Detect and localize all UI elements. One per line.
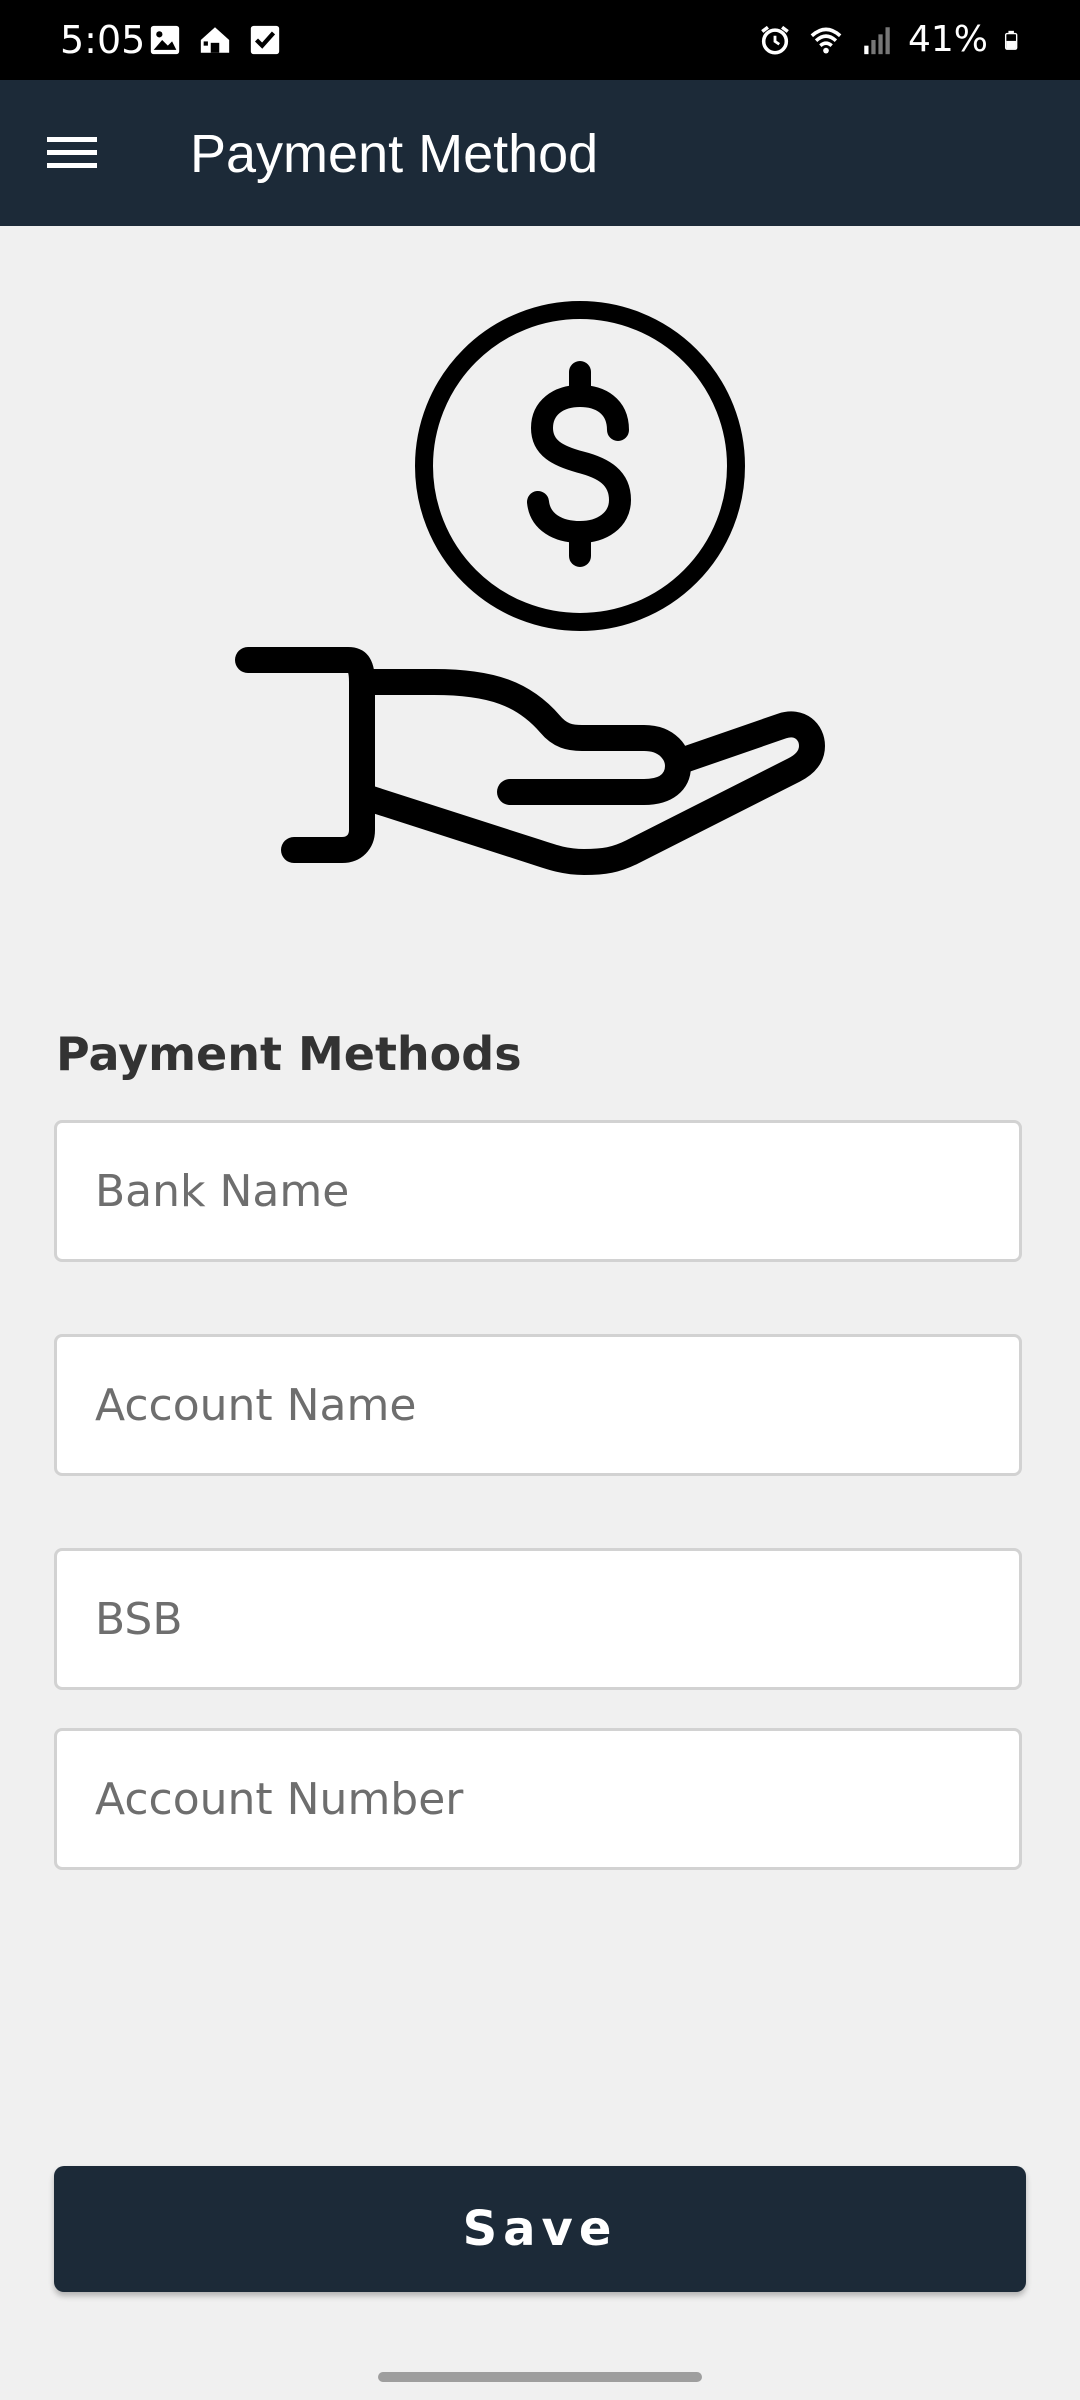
gallery-icon [150, 25, 180, 55]
status-system-icons: 41% [758, 14, 1024, 66]
home-icon [200, 27, 230, 53]
wifi-icon [810, 27, 842, 54]
alarm-icon [761, 25, 789, 55]
status-notification-icons [148, 22, 282, 58]
account-name-field[interactable] [54, 1334, 1022, 1476]
battery-percent: 41% [907, 19, 988, 60]
app-bar: Payment Method [0, 80, 1080, 226]
battery-icon [1004, 30, 1018, 50]
bsb-field[interactable] [54, 1548, 1022, 1690]
section-title: Payment Methods [56, 1027, 522, 1081]
status-bar: 5:05 41% [0, 0, 1080, 80]
home-indicator[interactable] [378, 2372, 702, 2382]
checkbox-icon [250, 25, 280, 55]
account-number-field[interactable] [54, 1728, 1022, 1870]
signal-icon [864, 27, 890, 55]
hand-holding-dollar-icon [235, 301, 825, 875]
status-time: 5:05 [60, 18, 146, 62]
hamburger-menu-icon [47, 137, 97, 168]
save-button[interactable]: Save [54, 2166, 1026, 2292]
bank-name-field[interactable] [54, 1120, 1022, 1262]
menu-button[interactable] [40, 120, 106, 186]
page-title: Payment Method [190, 124, 599, 184]
